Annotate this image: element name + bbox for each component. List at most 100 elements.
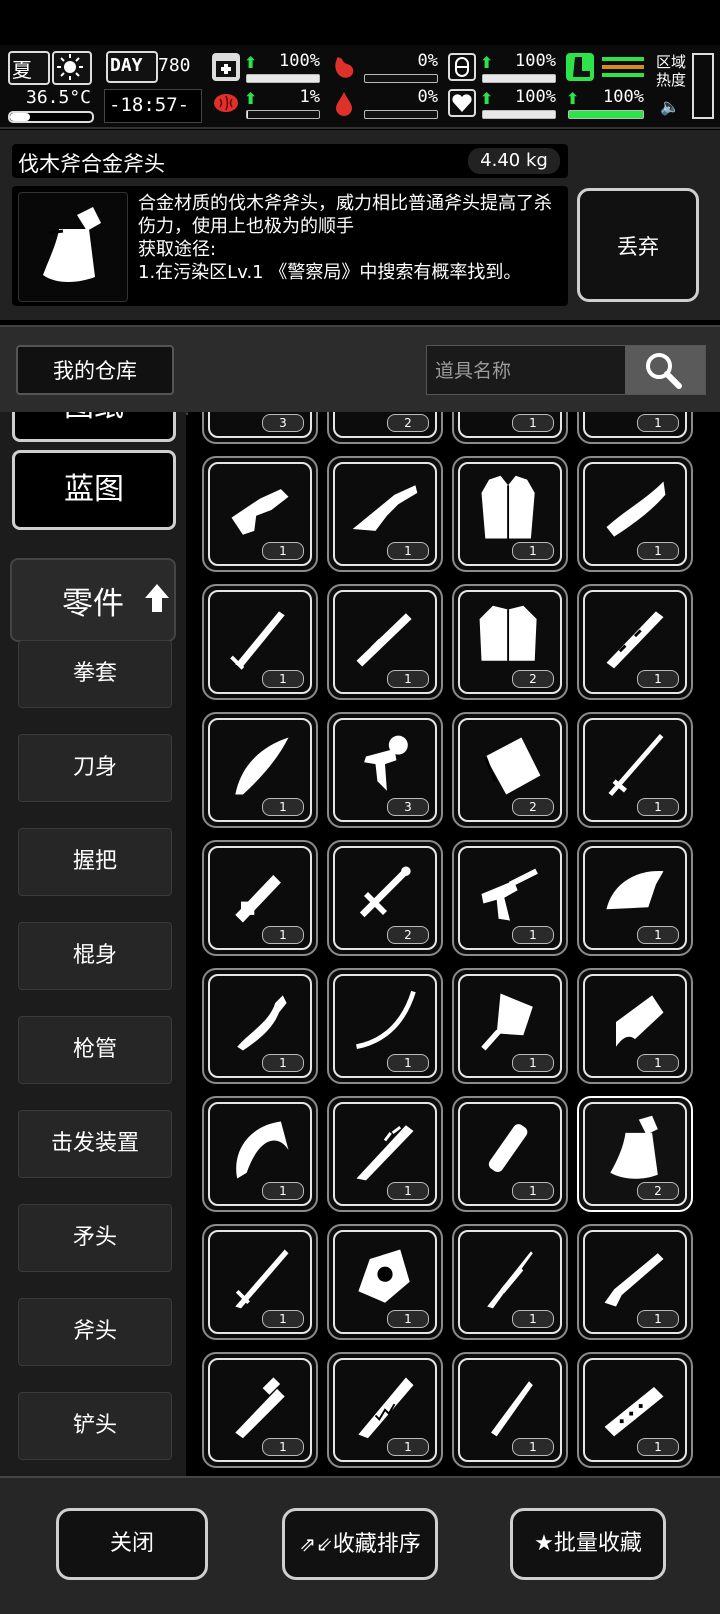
up-arrow-icon: ⬆ — [480, 89, 494, 108]
subcategory-shovel-head[interactable]: 铲头 — [18, 1392, 172, 1460]
subcategory-barrel[interactable]: 枪管 — [18, 1016, 172, 1084]
mood-value: 100% — [515, 87, 556, 107]
item-slot[interactable]: 1 — [327, 1352, 443, 1468]
item-count: 1 — [637, 414, 679, 432]
spiked-club-icon — [356, 1125, 414, 1181]
item-description-panel: 合金材质的伐木斧斧头，威力相比普通斧头提高了杀伤力，使用上也极为的顺手 获取途径… — [12, 186, 568, 306]
speaker-icon[interactable]: 🔈 — [660, 97, 680, 116]
item-slot[interactable]: 1 — [577, 968, 693, 1084]
category-blueprint[interactable]: 蓝图 — [12, 450, 176, 530]
subcategory-firing-mechanism[interactable]: 击发装置 — [18, 1110, 172, 1178]
item-slot-partial[interactable]: 2 — [327, 412, 443, 444]
up-arrow-icon: ⬆ — [244, 53, 258, 72]
item-slot[interactable]: 3 — [327, 712, 443, 828]
heat-gauge — [692, 53, 714, 119]
item-count: 2 — [637, 1182, 679, 1200]
item-slot[interactable]: 1 — [577, 712, 693, 828]
item-name: 伐木斧合金斧头 — [18, 152, 165, 176]
item-slot[interactable]: 1 — [202, 840, 318, 956]
subcategory-knuckles[interactable]: 拳套 — [18, 640, 172, 708]
subcategory-shaft[interactable]: 棍身 — [18, 922, 172, 990]
close-button[interactable]: 关闭 — [56, 1508, 208, 1580]
item-slot[interactable]: 1 — [577, 456, 693, 572]
item-slot[interactable]: 1 — [202, 584, 318, 700]
item-slot[interactable]: 2 — [452, 712, 568, 828]
up-arrow-icon: ⬆ — [244, 89, 258, 108]
item-description: 合金材质的伐木斧斧头，威力相比普通斧头提高了杀伤力，使用上也极为的顺手 获取途径… — [138, 193, 552, 283]
item-slot[interactable]: 1 — [452, 840, 568, 956]
star-icon: ★ — [534, 1531, 554, 1556]
item-slot[interactable]: 2 — [452, 584, 568, 700]
sort-favorites-button[interactable]: ⇗⇙收藏排序 — [282, 1508, 438, 1580]
item-count: 3 — [387, 798, 429, 816]
category-drawings[interactable]: 图纸 — [12, 412, 176, 442]
search-button[interactable] — [625, 346, 705, 394]
thin-sword-icon — [608, 734, 664, 797]
item-count: 1 — [512, 1182, 554, 1200]
item-slot-partial[interactable]: 1 — [577, 412, 693, 444]
item-slot[interactable]: 1 — [202, 968, 318, 1084]
subcategory-spearhead[interactable]: 矛头 — [18, 1204, 172, 1272]
item-slot[interactable]: 1 — [327, 584, 443, 700]
item-weight: 4.40 kg — [468, 148, 560, 174]
item-count: 1 — [637, 926, 679, 944]
collapse-arrow-icon — [145, 584, 169, 612]
item-slot-partial[interactable]: 1 — [452, 412, 568, 444]
item-slot[interactable]: 1 — [452, 968, 568, 1084]
item-slot[interactable]: 1 — [202, 712, 318, 828]
my-warehouse-button[interactable]: 我的仓库 — [16, 345, 174, 395]
item-slot[interactable]: 1 — [452, 1352, 568, 1468]
subcategory-grip[interactable]: 握把 — [18, 828, 172, 896]
item-count: 1 — [637, 1310, 679, 1328]
item-slot[interactable]: 1 — [327, 1224, 443, 1340]
item-slot[interactable]: 2 — [327, 840, 443, 956]
batch-favorite-label: 批量收藏 — [553, 1531, 642, 1556]
medkit-icon — [212, 53, 240, 81]
category-parts[interactable]: 零件 — [10, 558, 176, 642]
item-slot[interactable]: 1 — [452, 456, 568, 572]
item-slot[interactable]: 1 — [202, 456, 318, 572]
iron-head-icon — [606, 871, 664, 910]
item-info-panel: 伐木斧合金斧头 4.40 kg 合金材质的伐木斧斧头，威力相比普通斧头提高了杀伤… — [0, 130, 720, 320]
item-slot[interactable]: 1 — [452, 1224, 568, 1340]
ornate-stick-icon — [606, 611, 664, 669]
valve-pipe-icon — [359, 866, 411, 918]
tube-icon — [488, 1124, 528, 1173]
batch-favorite-button[interactable]: ★批量收藏 — [510, 1508, 666, 1580]
clock: -18:57- — [109, 94, 190, 116]
stamina-stat: ⬆ 100% — [566, 87, 648, 121]
item-slot[interactable]: 1 — [327, 968, 443, 1084]
item-count: 1 — [262, 1054, 304, 1072]
subcategory-blade[interactable]: 刀身 — [18, 734, 172, 802]
bow-limb-icon — [355, 990, 416, 1050]
jacket-icon — [479, 605, 537, 661]
item-slot[interactable]: 1 — [452, 1096, 568, 1212]
item-slot[interactable]: 1 — [202, 1224, 318, 1340]
item-slot[interactable]: 1 — [577, 1224, 693, 1340]
day-count: 780 — [158, 55, 191, 76]
item-slot[interactable]: 1 — [577, 840, 693, 956]
item-slot[interactable]: 1 — [202, 1096, 318, 1212]
armor-value: 100% — [515, 51, 556, 71]
search-input[interactable] — [433, 354, 617, 388]
discard-button[interactable]: 丢弃 — [577, 188, 699, 302]
item-count: 1 — [387, 1182, 429, 1200]
item-slot[interactable]: 1 — [577, 1352, 693, 1468]
item-slot[interactable]: 1 — [202, 1352, 318, 1468]
item-slot-selected[interactable]: 2 — [577, 1096, 693, 1212]
up-arrow-icon: ⬆ — [480, 53, 494, 72]
item-count: 1 — [387, 1310, 429, 1328]
sort-favorites-label: 收藏排序 — [332, 1532, 421, 1557]
item-title-bar: 伐木斧合金斧头 4.40 kg — [12, 144, 568, 178]
item-slot[interactable]: 1 — [577, 584, 693, 700]
item-slot-partial[interactable]: 3 — [202, 412, 318, 444]
item-slot[interactable]: 1 — [327, 456, 443, 572]
curved-blade-icon — [235, 737, 289, 795]
item-grid: 3 2 1 1 1 1 1 1 1 1 2 1 1 3 2 1 1 2 1 1 1 1 1 1 1 1 1 2 1 1 1 1 1 1 1 1 — [188, 412, 720, 1476]
item-count: 2 — [512, 798, 554, 816]
sword-blade-icon — [230, 611, 285, 670]
subcategory-axe-head[interactable]: 斧头 — [18, 1298, 172, 1366]
cleaver-head-icon — [483, 737, 541, 795]
barrel-icon — [356, 613, 412, 667]
item-slot[interactable]: 1 — [327, 1096, 443, 1212]
